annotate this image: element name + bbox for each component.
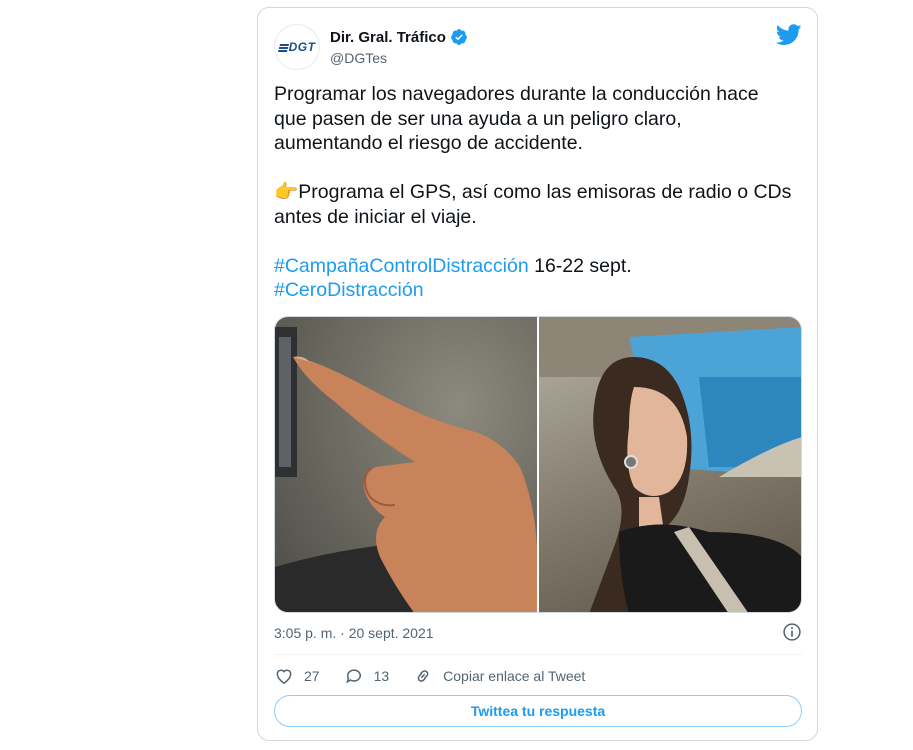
reply-count: 13 [373,668,390,684]
hashtag-link[interactable]: #CeroDistracción [274,279,424,301]
photo-woman-driving[interactable] [539,317,801,612]
author-name-text: Dir. Gral. Tráfico [330,28,446,46]
author-name[interactable]: Dir. Gral. Tráfico [330,28,468,46]
tweet-line: aumentando el riesgo de accidente. [274,132,583,154]
tweet-actions: 27 13 Copiar enlace al Tweet [274,662,802,690]
heart-icon [276,669,292,684]
tweet-line: que pasen de ser una ayuda a un peligro … [274,107,682,130]
twitter-bird-icon[interactable] [776,24,802,46]
tweet-line: Programar los navegadores durante la con… [274,83,759,105]
tweet-line: #CeroDistracción [274,278,804,303]
tweet-timestamp[interactable]: 3:05 p. m. · 20 sept. 2021 [274,625,434,641]
link-icon [417,670,429,682]
hashtag-link[interactable]: #CampañaControlDistracción [274,255,529,277]
copy-link-label: Copiar enlace al Tweet [443,668,586,684]
tweet-card: DGT Dir. Gral. Tráfico @DGTes Programar … [257,7,818,741]
tweet-meta: 3:05 p. m. · 20 sept. 2021 [274,622,802,644]
reply-button-action[interactable]: 13 [344,666,390,686]
tweet-line: 👉Programa el GPS, así como las emisoras … [274,181,792,203]
verified-badge-icon [451,29,467,45]
reply-bubble-icon [345,669,361,684]
divider [274,654,802,655]
photo-finger-gps[interactable] [275,317,537,612]
info-icon[interactable] [782,622,802,642]
tweet-line: antes de iniciar el viaje. [274,205,477,228]
like-button[interactable]: 27 [274,666,320,686]
avatar[interactable]: DGT [274,24,320,70]
author-handle[interactable]: @DGTes [330,50,387,66]
like-count: 27 [304,668,320,684]
tweet-line: #CampañaControlDistracción 16-22 sept. [274,254,632,277]
dgt-logo: DGT [277,40,316,54]
copy-link-button[interactable]: Copiar enlace al Tweet [413,666,585,686]
tweet-header: DGT Dir. Gral. Tráfico @DGTes [274,22,802,70]
tweet-reply-button[interactable]: Twittea tu respuesta [274,695,802,727]
pointing-hand-emoji: 👉 [274,181,299,203]
tweet-media [274,316,802,613]
tweet-text: Programar los navegadores durante la con… [274,82,804,303]
